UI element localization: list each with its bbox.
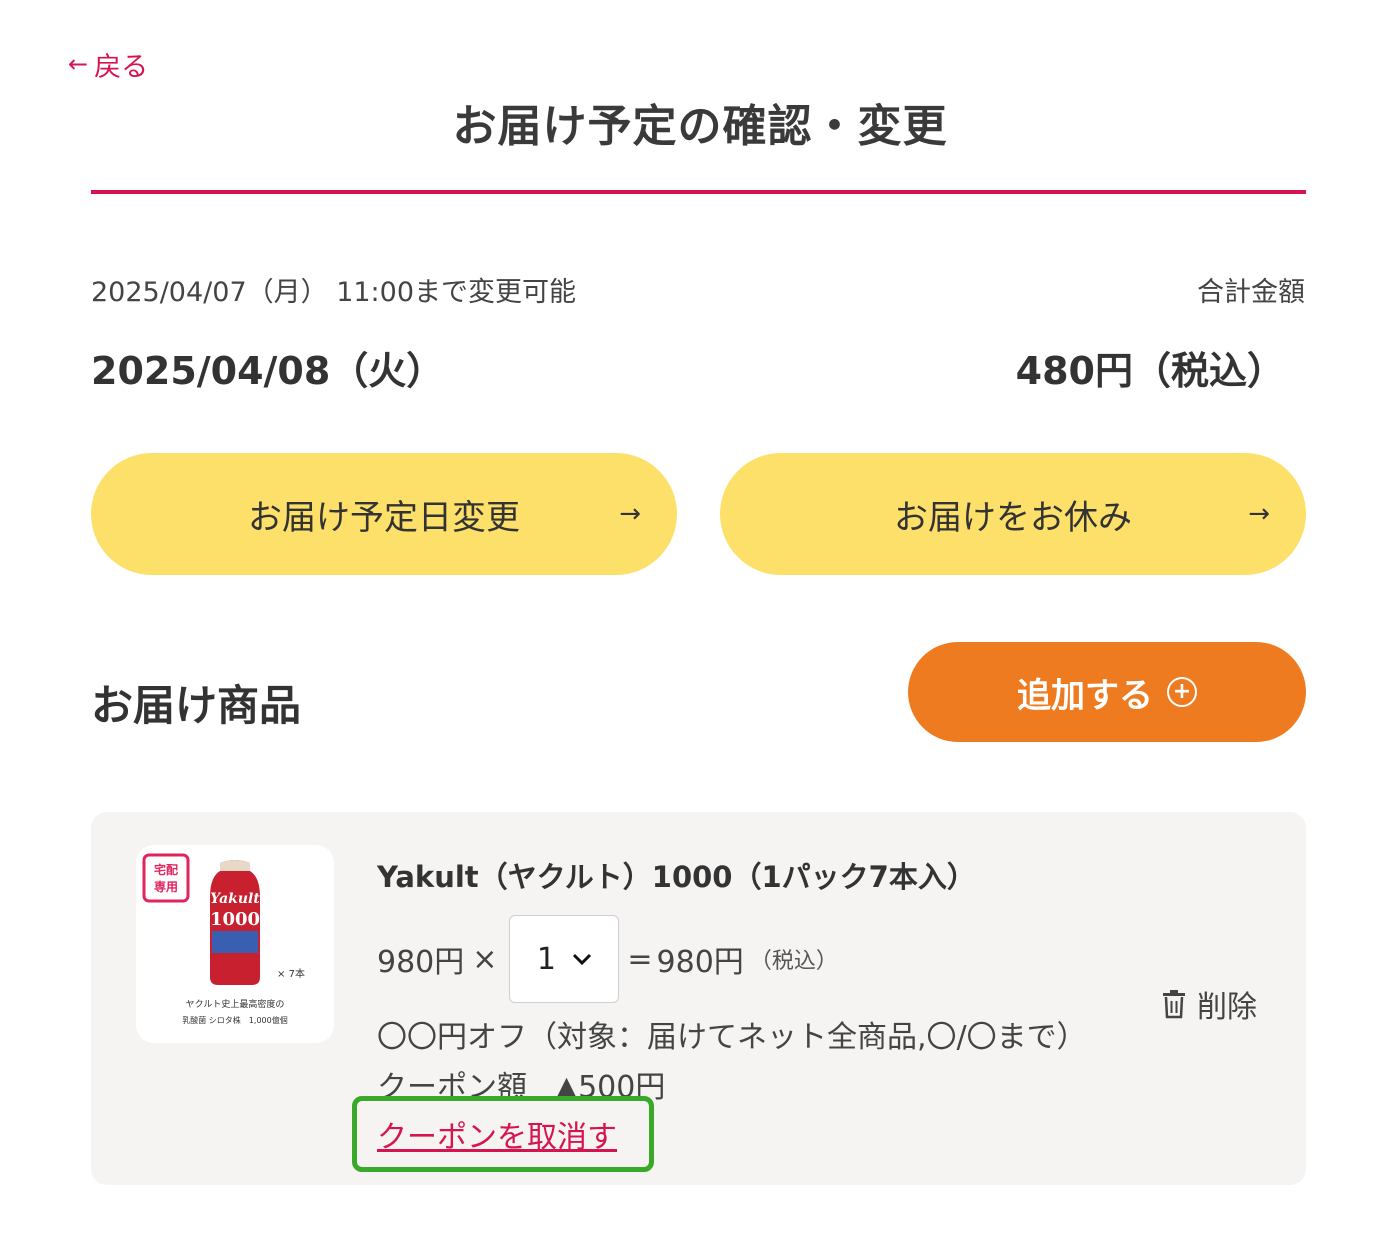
delivery-date: 2025/04/08（火） (91, 349, 445, 393)
add-item-button[interactable]: 追加する + (908, 642, 1306, 742)
quantity-select[interactable]: 1 (509, 915, 620, 1003)
cancel-coupon-link[interactable]: クーポンを取消す (377, 1112, 617, 1156)
badge-line2: 専用 (154, 879, 178, 894)
equals-sign: = (627, 941, 653, 977)
bottle-brand: Yakult (210, 891, 260, 907)
change-delivery-date-label: お届け予定日変更 (248, 497, 520, 538)
coupon-amount-label: クーポン額 (377, 1070, 527, 1105)
delivery-items-heading: お届け商品 (91, 681, 302, 730)
title-divider (91, 190, 1306, 194)
arrow-right-icon: → (619, 499, 641, 529)
change-deadline: 2025/04/07（月） 11:00まで変更可能 (91, 277, 577, 308)
product-name: Yakult（ヤクルト）1000（1パック7本入） (377, 860, 976, 894)
coupon-description: 〇〇円オフ（対象：届けてネット全商品,〇/〇まで） (377, 1020, 1087, 1055)
tagline-1: ヤクルト史上最高密度の (186, 998, 285, 1010)
price-row: 980円 × 1 = 980円 （税込） (377, 915, 838, 1003)
yakult-bottle-image: 宅配 専用 Yakult 1000 × 7本 ヤクルト史上最高密度の 乳酸菌 シ… (142, 853, 305, 1025)
badge-line1: 宅配 (154, 862, 178, 877)
plus-circle-icon: + (1167, 677, 1197, 707)
quantity-value: 1 (536, 941, 556, 977)
line-total: 980円 (656, 945, 744, 980)
back-arrow-icon: ← (68, 50, 89, 78)
total-label: 合計金額 (1197, 277, 1305, 308)
tax-note: （税込） (749, 949, 838, 974)
total-amount: 480円（税込） (1015, 349, 1285, 393)
tagline-2: 乳酸菌 シロタ株 1,000億個 (182, 1015, 287, 1025)
page-title: お届け予定の確認・変更 (452, 101, 948, 152)
skip-delivery-button[interactable]: お届けをお休み → (720, 453, 1306, 575)
arrow-right-icon: → (1248, 499, 1270, 529)
bottle-number: 1000 (210, 909, 260, 930)
coupon-amount: クーポン額 ▲500円 (377, 1062, 665, 1106)
back-link[interactable]: ← 戻る (68, 44, 148, 84)
back-label: 戻る (94, 51, 149, 83)
delete-label: 削除 (1197, 990, 1257, 1025)
change-delivery-date-button[interactable]: お届け予定日変更 → (91, 453, 677, 575)
chevron-down-icon (572, 953, 592, 965)
pack-note: × 7本 (277, 967, 305, 980)
trash-icon (1163, 990, 1185, 1019)
times-sign: × (472, 941, 498, 977)
add-item-label: 追加する (1017, 675, 1153, 716)
unit-price: 980円 (377, 945, 465, 980)
product-image: 宅配 専用 Yakult 1000 × 7本 ヤクルト史上最高密度の 乳酸菌 シ… (136, 845, 334, 1043)
delivery-confirm-page: ← 戻る お届け予定の確認・変更 2025/04/07（月） 11:00まで変更… (0, 0, 1400, 1259)
product-card: 宅配 専用 Yakult 1000 × 7本 ヤクルト史上最高密度の 乳酸菌 シ… (91, 812, 1306, 1185)
skip-delivery-label: お届けをお休み (894, 497, 1132, 538)
delete-item-button[interactable]: 削除 (1161, 982, 1257, 1026)
coupon-amount-value: ▲500円 (555, 1070, 666, 1105)
